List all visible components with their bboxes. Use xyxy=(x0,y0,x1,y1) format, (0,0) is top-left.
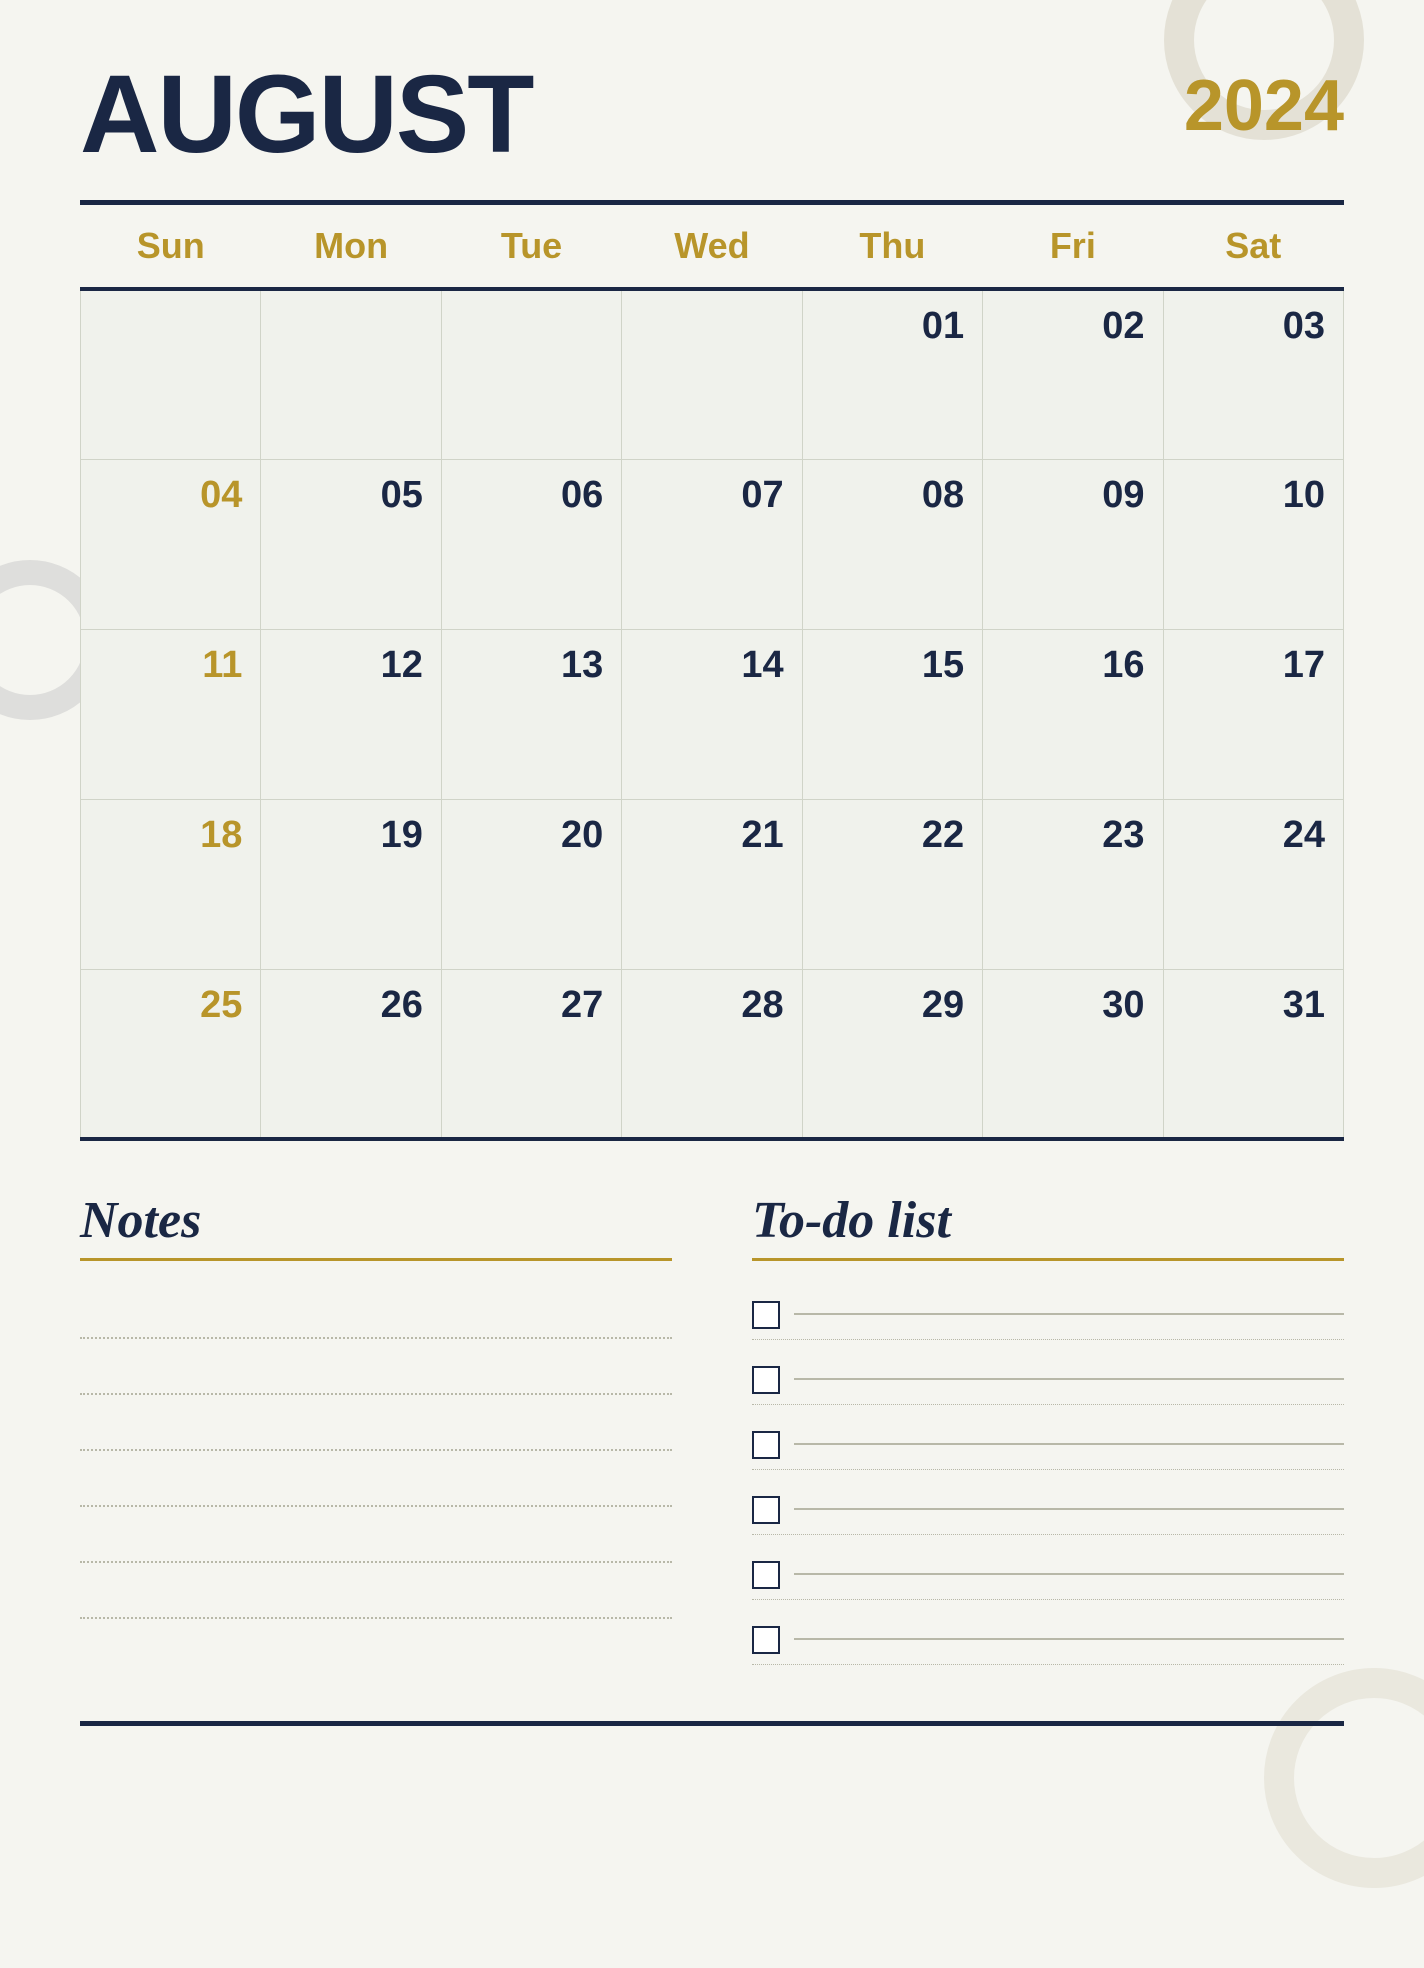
table-row: 18 19 20 21 22 23 24 xyxy=(81,799,1344,969)
table-cell: 19 xyxy=(261,799,441,969)
todo-item xyxy=(752,1421,1344,1470)
table-cell: 07 xyxy=(622,459,802,629)
todo-line xyxy=(794,1638,1344,1640)
todo-title: To-do list xyxy=(752,1191,1344,1250)
table-cell: 27 xyxy=(441,969,621,1139)
col-fri: Fri xyxy=(983,205,1163,289)
todo-line xyxy=(794,1573,1344,1575)
todo-checkbox[interactable] xyxy=(752,1496,780,1524)
table-cell: 23 xyxy=(983,799,1163,969)
notes-line[interactable] xyxy=(80,1515,672,1563)
table-cell: 20 xyxy=(441,799,621,969)
table-cell: 06 xyxy=(441,459,621,629)
table-row: 04 05 06 07 08 09 10 xyxy=(81,459,1344,629)
todo-item xyxy=(752,1291,1344,1340)
todo-checkbox[interactable] xyxy=(752,1561,780,1589)
notes-lines xyxy=(80,1291,672,1627)
table-cell: 12 xyxy=(261,629,441,799)
col-mon: Mon xyxy=(261,205,441,289)
table-cell: 25 xyxy=(81,969,261,1139)
todo-item xyxy=(752,1551,1344,1600)
deco-circle-bottom-right xyxy=(1264,1668,1424,1888)
table-row: 11 12 13 14 15 16 17 xyxy=(81,629,1344,799)
table-cell xyxy=(81,289,261,459)
notes-line[interactable] xyxy=(80,1403,672,1451)
table-cell: 31 xyxy=(1163,969,1343,1139)
table-cell: 16 xyxy=(983,629,1163,799)
notes-line[interactable] xyxy=(80,1459,672,1507)
table-cell: 18 xyxy=(81,799,261,969)
todo-items xyxy=(752,1291,1344,1681)
notes-underline xyxy=(80,1258,672,1261)
table-cell: 26 xyxy=(261,969,441,1139)
todo-item xyxy=(752,1356,1344,1405)
table-cell: 02 xyxy=(983,289,1163,459)
month-title: AUGUST xyxy=(80,60,532,170)
header: AUGUST 2024 xyxy=(80,60,1344,170)
table-cell: 24 xyxy=(1163,799,1343,969)
todo-underline xyxy=(752,1258,1344,1261)
page: AUGUST 2024 Sun Mon Tue Wed Thu Fri Sat xyxy=(0,0,1424,1968)
calendar-table: Sun Mon Tue Wed Thu Fri Sat 01 02 xyxy=(80,205,1344,1141)
todo-line xyxy=(794,1443,1344,1445)
table-cell: 29 xyxy=(802,969,982,1139)
table-cell xyxy=(622,289,802,459)
col-tue: Tue xyxy=(441,205,621,289)
col-thu: Thu xyxy=(802,205,982,289)
todo-checkbox[interactable] xyxy=(752,1431,780,1459)
table-cell: 30 xyxy=(983,969,1163,1139)
table-cell: 11 xyxy=(81,629,261,799)
todo-item xyxy=(752,1616,1344,1665)
table-cell: 08 xyxy=(802,459,982,629)
table-cell: 04 xyxy=(81,459,261,629)
todo-line xyxy=(794,1508,1344,1510)
todo-item xyxy=(752,1486,1344,1535)
col-sat: Sat xyxy=(1163,205,1343,289)
table-cell: 28 xyxy=(622,969,802,1139)
year-display: 2024 xyxy=(1184,60,1344,142)
table-cell xyxy=(441,289,621,459)
notes-section: Notes xyxy=(80,1191,672,1681)
table-cell: 13 xyxy=(441,629,621,799)
table-cell: 10 xyxy=(1163,459,1343,629)
table-cell: 15 xyxy=(802,629,982,799)
todo-checkbox[interactable] xyxy=(752,1301,780,1329)
todo-line xyxy=(794,1313,1344,1315)
table-cell: 22 xyxy=(802,799,982,969)
table-row: 01 02 03 xyxy=(81,289,1344,459)
notes-line[interactable] xyxy=(80,1347,672,1395)
todo-checkbox[interactable] xyxy=(752,1626,780,1654)
todo-section: To-do list xyxy=(752,1191,1344,1681)
bottom-section: Notes To-do list xyxy=(80,1191,1344,1681)
table-cell: 17 xyxy=(1163,629,1343,799)
table-cell: 21 xyxy=(622,799,802,969)
table-cell: 09 xyxy=(983,459,1163,629)
table-cell: 03 xyxy=(1163,289,1343,459)
notes-title: Notes xyxy=(80,1191,672,1250)
notes-line[interactable] xyxy=(80,1571,672,1619)
table-cell: 14 xyxy=(622,629,802,799)
bottom-border xyxy=(80,1721,1344,1726)
col-sun: Sun xyxy=(81,205,261,289)
table-cell xyxy=(261,289,441,459)
table-row: 25 26 27 28 29 30 31 xyxy=(81,969,1344,1139)
calendar-wrapper: Sun Mon Tue Wed Thu Fri Sat 01 02 xyxy=(80,205,1344,1141)
todo-line xyxy=(794,1378,1344,1380)
notes-line[interactable] xyxy=(80,1291,672,1339)
todo-checkbox[interactable] xyxy=(752,1366,780,1394)
table-cell: 01 xyxy=(802,289,982,459)
table-cell: 05 xyxy=(261,459,441,629)
col-wed: Wed xyxy=(622,205,802,289)
